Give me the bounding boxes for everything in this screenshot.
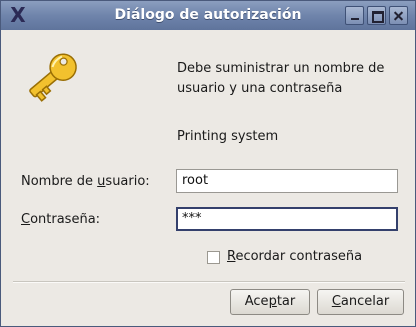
username-field[interactable]: root [176, 169, 398, 193]
password-field[interactable]: *** [176, 207, 398, 231]
username-label: Nombre de usuario: [21, 174, 150, 189]
password-label: Contraseña: [21, 212, 101, 227]
auth-message: Debe suministrar un nombre de usuario y … [177, 61, 385, 96]
button-separator [13, 281, 405, 283]
remember-password-label[interactable]: Recordar contraseña [227, 249, 362, 264]
minimize-button[interactable] [345, 6, 364, 25]
cancel-button[interactable]: Cancelar [317, 289, 404, 315]
auth-system-name: Printing system [177, 129, 279, 144]
title-bar[interactable]: X Diálogo de autorización [1, 1, 415, 30]
remember-password-checkbox[interactable] [207, 251, 220, 264]
maximize-button[interactable] [367, 6, 386, 25]
auth-dialog-window: X Diálogo de autorización Debe suministr… [0, 0, 416, 327]
key-icon [29, 53, 77, 102]
accept-button[interactable]: Aceptar [230, 289, 310, 315]
close-button[interactable] [389, 6, 408, 25]
